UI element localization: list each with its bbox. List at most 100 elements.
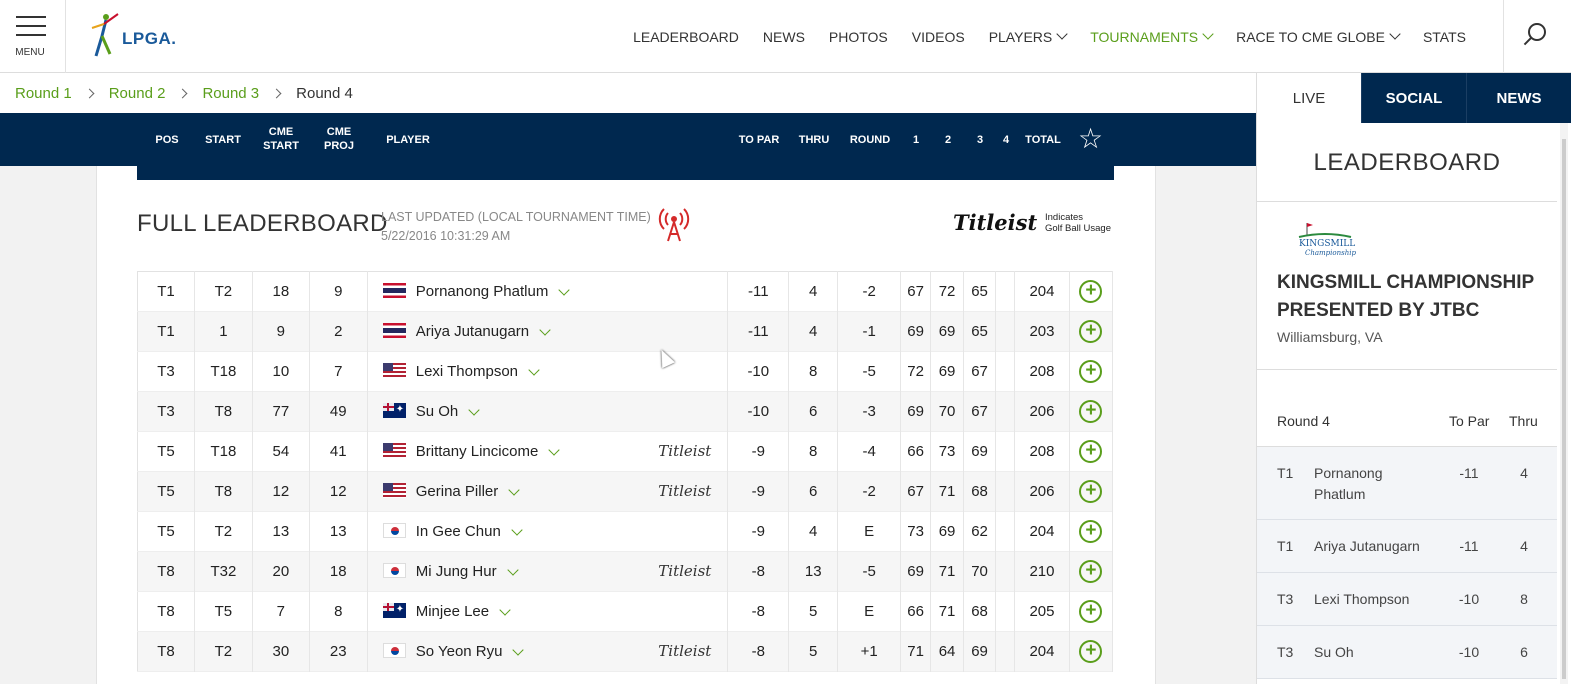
sidebar-leaderboard-row[interactable]: T3 Lexi Thompson -10 8	[1257, 573, 1557, 626]
table-row[interactable]: T1 T2 18 9 Pornanong Phatlum -11 4 -2 67 72 65 204 +	[137, 271, 1114, 312]
tournament-name[interactable]: KINGSMILL CHAMPIONSHIP PRESENTED BY JTBC	[1277, 269, 1547, 325]
col-start[interactable]: START	[200, 133, 246, 147]
golfer-logo-icon	[91, 13, 119, 57]
col-round[interactable]: ROUND	[846, 133, 894, 147]
cell-to-par: -9	[727, 431, 790, 472]
nav-item-tournaments[interactable]: TOURNAMENTS	[1090, 28, 1214, 45]
nav-item-news[interactable]: NEWS	[763, 29, 805, 45]
chevron-down-icon[interactable]	[539, 323, 551, 336]
add-plus-icon[interactable]: +	[1079, 360, 1103, 383]
chevron-down-icon[interactable]	[506, 563, 519, 576]
player-name[interactable]: Ariya Jutanugarn	[416, 323, 529, 340]
breadcrumb-round-2[interactable]: Round 2	[109, 85, 166, 102]
table-row[interactable]: T5 T18 54 41 Brittany Lincicome Titleist -9 8 -4…	[137, 431, 1114, 472]
sidebar-scrollbar[interactable]	[1560, 123, 1568, 684]
add-plus-icon[interactable]: +	[1079, 480, 1103, 503]
titleist-note: Indicates Golf Ball Usage	[1045, 212, 1111, 234]
expand-cell: +	[1069, 631, 1114, 672]
col-cme-start[interactable]: CME START	[262, 125, 300, 153]
cell-r2: 69	[930, 311, 965, 352]
chevron-right-icon	[177, 88, 188, 98]
tab-social[interactable]: SOCIAL	[1361, 73, 1466, 123]
lpga-logo[interactable]: LPGA.	[84, 10, 184, 62]
player-name[interactable]: Lexi Thompson	[416, 363, 518, 380]
col-r4[interactable]: 4	[999, 133, 1013, 147]
col-r2[interactable]: 2	[941, 133, 955, 147]
tournament-logo: KINGSMILL Championship	[1297, 221, 1356, 263]
player-name[interactable]: Mi Jung Hur	[416, 563, 497, 580]
col-cme-proj[interactable]: CME PROJ	[320, 125, 358, 153]
add-plus-icon[interactable]: +	[1079, 280, 1103, 303]
add-plus-icon[interactable]: +	[1079, 440, 1103, 463]
table-row[interactable]: T1 1 9 2 Ariya Jutanugarn -11 4 -1 69 69 65 203 +	[137, 311, 1114, 352]
sidebar-to-par: -11	[1459, 465, 1479, 481]
chevron-down-icon[interactable]	[468, 403, 480, 416]
cell-r2: 73	[930, 431, 965, 472]
player-cell: Brittany Lincicome Titleist	[367, 431, 729, 472]
col-to-par[interactable]: TO PAR	[734, 133, 784, 147]
table-row[interactable]: T3 T18 10 7 Lexi Thompson -10 8 -5 72 69 67 208 +	[137, 351, 1114, 392]
table-row[interactable]: T5 T2 13 13 In Gee Chun -9 4 E 73 69 62 204 +	[137, 511, 1114, 552]
chevron-down-icon[interactable]	[512, 643, 525, 656]
last-updated-label: LAST UPDATED (LOCAL TOURNAMENT TIME)	[381, 210, 651, 224]
nav-item-stats[interactable]: STATS	[1423, 29, 1466, 45]
player-name[interactable]: Pornanong Phatlum	[416, 283, 549, 300]
chevron-down-icon[interactable]	[548, 443, 560, 456]
cell-r2: 71	[930, 591, 965, 632]
add-plus-icon[interactable]: +	[1079, 600, 1103, 623]
player-name[interactable]: In Gee Chun	[416, 523, 501, 540]
sidebar-leaderboard-row[interactable]: T3 Su Oh -10 6	[1257, 626, 1557, 679]
chevron-down-icon[interactable]	[508, 483, 520, 496]
expand-cell: +	[1069, 391, 1114, 432]
col-player[interactable]: PLAYER	[382, 133, 434, 147]
col-r3[interactable]: 3	[973, 133, 987, 147]
cell-cme-proj: 18	[309, 551, 368, 592]
tab-live[interactable]: LIVE	[1257, 73, 1361, 123]
nav-item-leaderboard[interactable]: LEADERBOARD	[633, 29, 739, 45]
breadcrumb-round-3[interactable]: Round 3	[202, 85, 259, 102]
add-plus-icon[interactable]: +	[1079, 640, 1103, 663]
breadcrumb-round-1[interactable]: Round 1	[15, 85, 72, 102]
chevron-down-icon[interactable]	[528, 363, 540, 376]
cell-round: -2	[837, 471, 902, 512]
nav-item-label: NEWS	[762, 28, 805, 45]
titleist-note-line2: Golf Ball Usage	[1045, 223, 1112, 234]
table-row[interactable]: T5 T8 12 12 Gerina Piller Titleist -9 6 -2 67 71 68…	[137, 471, 1114, 512]
table-row[interactable]: T8 T32 20 18 Mi Jung Hur Titleist -8 13 -5 69 71 70…	[137, 551, 1114, 592]
table-row[interactable]: T3T87749 Su Oh -106-3697067 206 +	[137, 391, 1114, 432]
add-plus-icon[interactable]: +	[1079, 520, 1103, 543]
nav-item-players[interactable]: PLAYERS	[989, 28, 1068, 45]
chevron-down-icon[interactable]	[511, 523, 523, 536]
add-plus-icon[interactable]: +	[1079, 400, 1103, 423]
chevron-down-icon[interactable]	[558, 283, 570, 296]
cell-pos: T1	[137, 311, 195, 352]
cell-round: -3	[837, 391, 902, 432]
cell-total: 206	[1014, 391, 1070, 432]
menu-button[interactable]: MENU	[0, 0, 66, 73]
chevron-down-icon[interactable]	[499, 603, 511, 616]
sidebar-leaderboard-row[interactable]: T1 Ariya Jutanugarn -11 4	[1257, 520, 1557, 573]
nav-item-videos[interactable]: VIDEOS	[912, 29, 965, 45]
col-pos[interactable]: POS	[150, 133, 184, 147]
tab-news[interactable]: NEWS	[1466, 73, 1571, 123]
player-name[interactable]: Gerina Piller	[416, 483, 499, 500]
nav-item-photos[interactable]: PHOTOS	[829, 29, 888, 45]
nav-item-race-to-cme-globe[interactable]: RACE TO CME GLOBE	[1236, 28, 1401, 45]
cell-pos: T3	[137, 351, 195, 392]
table-row[interactable]: T8 T2 30 23 So Yeon Ryu Titleist -8 5 +1 71 64 69 20…	[137, 631, 1114, 672]
add-plus-icon[interactable]: +	[1079, 320, 1103, 343]
cell-start: T2	[194, 271, 253, 312]
table-row[interactable]: T8T578 Minjee Lee -85E667168 205 +	[137, 591, 1114, 632]
cell-total: 204	[1014, 511, 1070, 552]
player-name[interactable]: Su Oh	[416, 403, 459, 420]
col-r1[interactable]: 1	[909, 133, 923, 147]
star-icon[interactable]: ☆	[1078, 125, 1103, 153]
col-thru[interactable]: THRU	[794, 133, 834, 147]
player-name[interactable]: Minjee Lee	[416, 603, 489, 620]
sidebar-leaderboard-row[interactable]: T1 Pornanong Phatlum -11 4	[1257, 447, 1557, 520]
player-name[interactable]: Brittany Lincicome	[416, 443, 539, 460]
col-total[interactable]: TOTAL	[1022, 133, 1064, 147]
player-name[interactable]: So Yeon Ryu	[416, 643, 503, 660]
add-plus-icon[interactable]: +	[1079, 560, 1103, 583]
search-button[interactable]	[1503, 0, 1571, 73]
